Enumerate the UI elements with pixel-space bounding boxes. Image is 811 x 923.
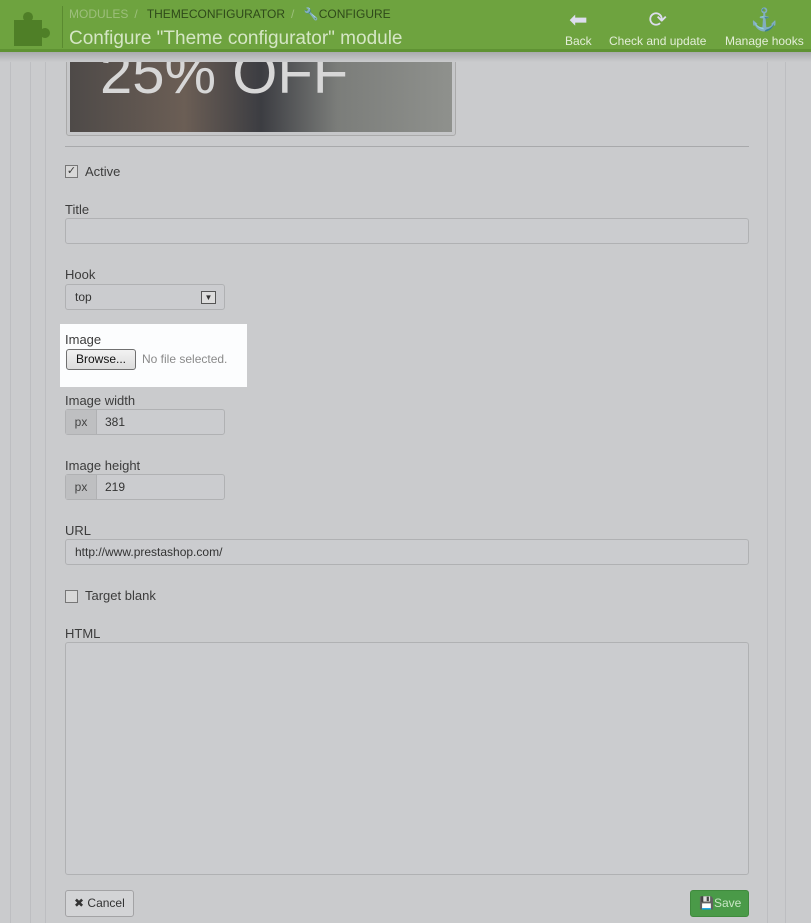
page-title: Configure "Theme configurator" module [69, 28, 403, 49]
image-label: Image [65, 332, 102, 347]
breadcrumb: MODULES / THEMECONFIGURATOR / 🔧CONFIGURE [69, 7, 391, 21]
anchor-icon: ⚓ [750, 7, 779, 32]
image-height-input[interactable]: px 219 [65, 474, 225, 500]
active-checkbox[interactable]: ✓ [65, 165, 78, 178]
active-label: Active [85, 164, 121, 179]
floppy-disk-icon: 💾 [699, 896, 714, 910]
html-label: HTML [65, 626, 101, 641]
image-width-label: Image width [65, 393, 136, 408]
target-blank-checkbox[interactable] [65, 590, 78, 603]
chevron-down-icon: ▼ [201, 291, 216, 304]
url-input[interactable]: http://www.prestashop.com/ [65, 539, 749, 565]
title-input[interactable] [65, 218, 749, 244]
image-height-label: Image height [65, 458, 141, 473]
close-icon: ✖ [74, 896, 85, 910]
hook-select[interactable]: top ▼ [65, 284, 225, 310]
url-label: URL [65, 523, 92, 538]
image-width-input[interactable]: px 381 [65, 409, 225, 435]
breadcrumb-modules[interactable]: MODULES [69, 7, 128, 21]
header-bar: MODULES / THEMECONFIGURATOR / 🔧CONFIGURE C… [0, 0, 811, 52]
wrench-icon: 🔧 [303, 7, 319, 21]
manage-hooks-button[interactable]: ⚓ Manage hooks [725, 6, 804, 48]
puzzle-icon [14, 12, 50, 46]
target-blank-label: Target blank [85, 588, 156, 603]
cancel-button[interactable]: ✖ Cancel [65, 890, 134, 917]
arrow-left-circle-icon: ⬅ [569, 7, 588, 32]
breadcrumb-themeconfigurator[interactable]: THEMECONFIGURATOR [147, 7, 285, 21]
refresh-icon: ⟳ [648, 7, 667, 32]
breadcrumb-configure: CONFIGURE [318, 7, 391, 21]
html-textarea[interactable] [65, 642, 749, 875]
save-button[interactable]: 💾Save [690, 890, 749, 917]
file-status: No file selected. [142, 352, 228, 366]
hook-label: Hook [65, 267, 96, 282]
title-label: Title [65, 202, 90, 217]
check-and-update-button[interactable]: ⟳ Check and update [609, 6, 706, 48]
browse-button[interactable]: Browse... [66, 349, 136, 370]
back-button[interactable]: ⬅ Back [565, 6, 592, 48]
